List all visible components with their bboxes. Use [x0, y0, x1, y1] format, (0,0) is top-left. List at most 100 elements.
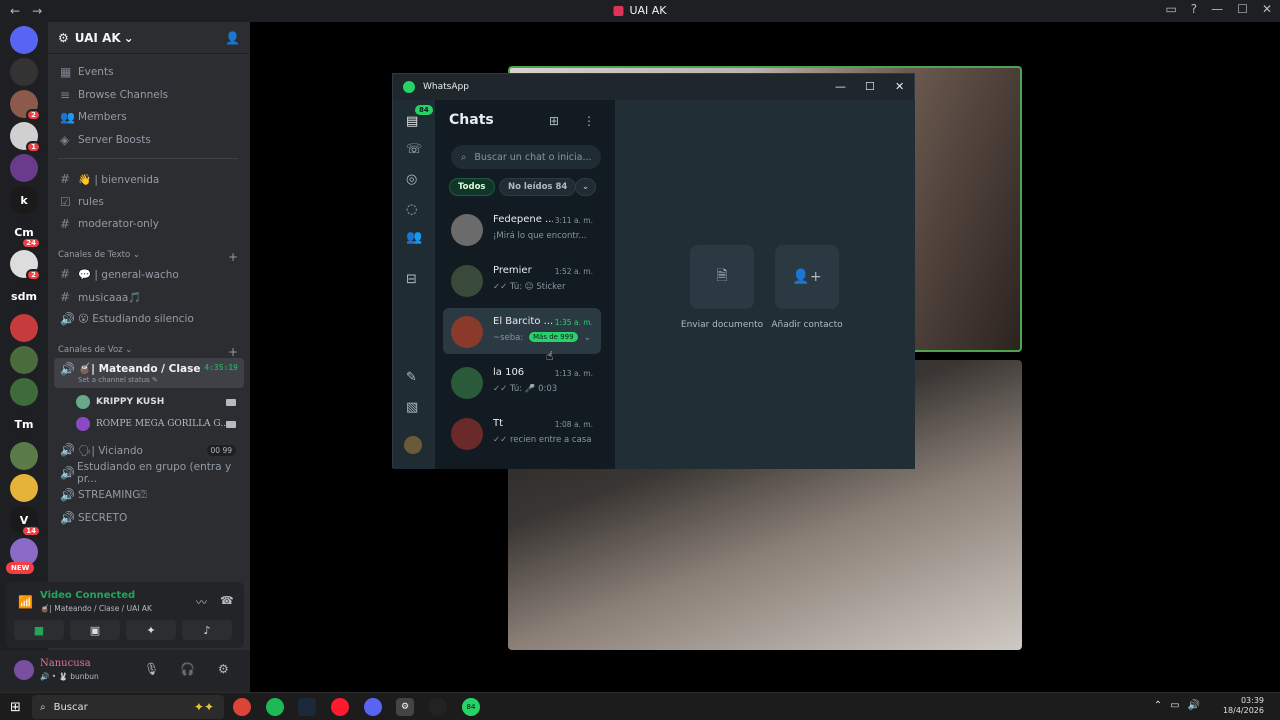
minimize-button[interactable]: —: [1211, 2, 1223, 16]
category-text[interactable]: Canales de Texto ⌄ +: [58, 250, 238, 264]
network-icon[interactable]: ▭: [1170, 700, 1179, 711]
windows-start-icon[interactable]: ⊞: [10, 700, 21, 715]
channel-events[interactable]: ▦ Events: [54, 62, 244, 82]
server-icon[interactable]: [10, 314, 38, 342]
headphones-icon[interactable]: 🎧: [180, 662, 195, 676]
server-icon[interactable]: 2: [10, 90, 41, 121]
disconnect-icon[interactable]: ☎: [220, 594, 234, 607]
channels-icon[interactable]: ◌: [406, 202, 417, 217]
menu-icon[interactable]: ⋮: [583, 114, 595, 128]
filter-all[interactable]: Todos: [449, 178, 495, 196]
server-icon[interactable]: sdm: [10, 282, 38, 310]
server-icon[interactable]: [10, 346, 38, 374]
chat-row[interactable]: la 106 1:13 a. m. ✓✓ Tú: 🎤 0:03: [443, 359, 601, 405]
minimize-button[interactable]: —: [835, 80, 846, 93]
archive-icon[interactable]: ⊟: [406, 272, 417, 287]
new-chat-icon[interactable]: ⊞: [549, 114, 559, 128]
chat-row[interactable]: Premier 1:52 a. m. ✓✓ Tú: ☺ Sticker: [443, 257, 601, 303]
chrome-icon[interactable]: [233, 698, 251, 716]
noise-suppression-icon[interactable]: 〰: [196, 594, 207, 610]
help-icon[interactable]: ?: [1191, 2, 1197, 16]
screen-share-button[interactable]: ▣: [70, 620, 120, 640]
edit-icon[interactable]: ✎: [406, 370, 417, 385]
chat-row[interactable]: Tt 1:08 a. m. ✓✓ recien entre a casa: [443, 410, 601, 456]
communities-icon[interactable]: 👥: [406, 230, 422, 245]
maximize-button[interactable]: ☐: [1237, 2, 1248, 16]
server-icon[interactable]: k: [10, 186, 38, 214]
channel-bienvenida[interactable]: # 👋 | bienvenida: [54, 169, 244, 189]
chats-icon[interactable]: ▤: [406, 114, 418, 129]
server-icon[interactable]: [10, 154, 38, 182]
server-icon[interactable]: [10, 442, 38, 470]
settings-icon[interactable]: ⚙: [396, 698, 414, 716]
close-button[interactable]: ✕: [895, 80, 904, 93]
search-input[interactable]: ⌕ Buscar un chat o inicia...: [451, 145, 601, 169]
category-voice[interactable]: Canales de Voz ⌄ +: [58, 345, 238, 359]
server-icon[interactable]: 2: [10, 250, 41, 281]
avatar[interactable]: [14, 660, 34, 680]
spotify-icon[interactable]: [266, 698, 284, 716]
inbox-icon[interactable]: ▭: [1165, 2, 1176, 16]
server-icon[interactable]: Tm: [10, 410, 38, 438]
settings-gear-icon[interactable]: ⚙: [218, 662, 229, 676]
server-icon[interactable]: [10, 378, 38, 406]
server-icon[interactable]: [10, 58, 38, 86]
channel-moderator[interactable]: # moderator-only: [54, 214, 244, 234]
add-channel-icon[interactable]: +: [228, 345, 238, 359]
send-document-button[interactable]: 🗎: [690, 245, 754, 309]
signal-icon[interactable]: 📶: [18, 595, 33, 609]
chat-row[interactable]: El Barcito ... 1:35 a. m. ~seba: Más de 999…: [443, 308, 601, 354]
activities-button[interactable]: ✦: [126, 620, 176, 640]
server-icon[interactable]: [10, 474, 38, 502]
forward-arrow-icon[interactable]: →: [32, 4, 42, 18]
taskbar-search[interactable]: ⌕ Buscar ✦✦: [32, 695, 224, 719]
server-header[interactable]: ⚙ UAI AK ⌄ 👤: [48, 22, 250, 54]
filter-dropdown[interactable]: ⌄: [575, 178, 597, 196]
channel-mateando[interactable]: 🔊 🧉| Mateando / Clase 4:35:19 Set a chan…: [54, 358, 244, 388]
channel-rules[interactable]: ☑ rules: [54, 192, 244, 212]
channel-boosts[interactable]: ◈ Server Boosts: [54, 130, 244, 150]
filter-unread[interactable]: No leídos 84: [499, 178, 577, 196]
add-contact-button[interactable]: 👤+: [775, 245, 839, 309]
server-icon[interactable]: [10, 26, 38, 54]
discord-icon[interactable]: [364, 698, 382, 716]
channel-secreto[interactable]: 🔊 SECRETO: [54, 508, 244, 528]
channel-viciando[interactable]: 🔊 🗣| Viciando 00 99: [54, 440, 244, 460]
channel-estudiando-silencio[interactable]: 🔊 😮 Estudiando silencio: [54, 309, 244, 329]
whatsapp-taskbar-icon[interactable]: 84: [462, 698, 480, 716]
chat-name: Tt: [493, 418, 504, 429]
opera-icon[interactable]: [331, 698, 349, 716]
channel-general[interactable]: # 💬 | general-wacho: [54, 264, 244, 284]
chat-row[interactable]: Fedepene ... 3:11 a. m. ¡Mirá lo que encon…: [443, 206, 601, 252]
server-icon[interactable]: Cm 24: [10, 218, 41, 249]
media-icon[interactable]: ▧: [406, 400, 418, 415]
voice-user-rompe[interactable]: ROMPE MEGA GORILLA G...: [76, 417, 236, 431]
github-icon[interactable]: [429, 698, 447, 716]
add-channel-icon[interactable]: +: [228, 250, 238, 264]
calls-icon[interactable]: ☏: [406, 142, 422, 157]
close-button[interactable]: ✕: [1262, 2, 1272, 16]
channel-streaming[interactable]: 🔊 STREAMING⍰: [54, 485, 244, 505]
server-icon[interactable]: 1: [10, 122, 41, 153]
steam-icon[interactable]: [298, 698, 316, 716]
channel-status[interactable]: Set a channel status ✎: [78, 376, 158, 384]
soundboard-button[interactable]: ♪: [182, 620, 232, 640]
channel-members[interactable]: 👥 Members: [54, 107, 244, 127]
clock[interactable]: 03:39 18/4/2026: [1223, 696, 1264, 716]
back-arrow-icon[interactable]: ←: [10, 4, 20, 18]
chat-name: Fedepene ...: [493, 214, 553, 225]
camera-button[interactable]: ■: [14, 620, 64, 640]
chevron-up-icon[interactable]: ⌃: [1154, 700, 1162, 711]
add-member-icon[interactable]: 👤: [225, 31, 240, 45]
maximize-button[interactable]: ☐: [865, 80, 875, 93]
status-icon[interactable]: ◎: [406, 172, 417, 187]
channel-musica[interactable]: # musicaaa🎵: [54, 287, 244, 307]
channel-browse[interactable]: ≡ Browse Channels: [54, 85, 244, 105]
microphone-icon[interactable]: 🎙: [144, 662, 159, 676]
voice-user-krippy[interactable]: KRIPPY KUSH: [76, 395, 236, 409]
channel-estudiando-grupo[interactable]: 🔊 Estudiando en grupo (entra y pr...: [54, 461, 244, 485]
volume-icon[interactable]: 🔊: [1188, 700, 1200, 711]
chevron-down-icon[interactable]: ⌄: [583, 333, 591, 343]
profile-avatar[interactable]: [404, 436, 422, 454]
server-icon[interactable]: V 14: [10, 506, 41, 537]
